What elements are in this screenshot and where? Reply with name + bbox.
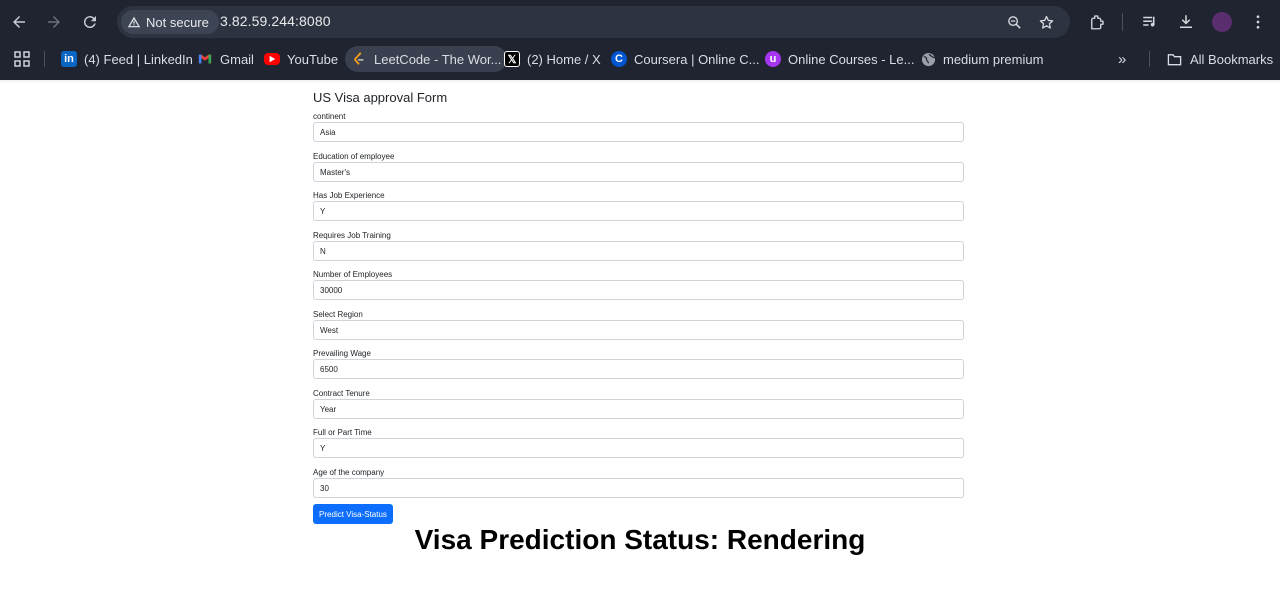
full-part-time-field[interactable]: Y xyxy=(313,438,964,458)
region-label: Select Region xyxy=(313,310,363,319)
reload-button[interactable] xyxy=(76,8,104,36)
more-bookmarks-button[interactable]: » xyxy=(1112,46,1132,72)
bookmark-label: LeetCode - The Wor... xyxy=(374,51,502,67)
bookmark-label: (4) Feed | LinkedIn xyxy=(84,51,193,67)
employees-field[interactable]: 30000 xyxy=(313,280,964,300)
reload-icon xyxy=(83,16,96,29)
continent-label: continent xyxy=(313,112,346,121)
address-bar[interactable]: Not secure 3.82.59.244:8080 xyxy=(117,6,1070,38)
apps-button[interactable] xyxy=(8,46,36,72)
bookmark-label: YouTube xyxy=(287,51,339,67)
warning-icon xyxy=(127,16,141,28)
apps-grid-icon xyxy=(14,51,30,67)
download-icon[interactable] xyxy=(1175,11,1197,33)
globe-icon xyxy=(920,51,936,67)
bookmark-udemy[interactable]: u Online Courses - Le... xyxy=(759,46,920,72)
zoom-icon[interactable] xyxy=(1004,12,1024,32)
company-age-field[interactable]: 30 xyxy=(313,478,964,498)
bookmark-linkedin[interactable]: in (4) Feed | LinkedIn xyxy=(55,46,199,72)
coursera-icon: C xyxy=(611,51,627,67)
toolbar-divider xyxy=(1122,13,1123,31)
profile-avatar[interactable] xyxy=(1212,12,1232,32)
gmail-icon xyxy=(197,51,213,67)
double-chevron-icon: » xyxy=(1118,50,1127,68)
bookmarks-bar: in (4) Feed | LinkedIn Gmail YouTube Lee… xyxy=(0,44,1280,74)
wage-field[interactable]: 6500 xyxy=(313,359,964,379)
leetcode-icon xyxy=(351,51,367,67)
all-bookmarks-label: All Bookmarks xyxy=(1190,51,1274,67)
form-title: US Visa approval Form xyxy=(313,90,448,105)
url-text[interactable]: 3.82.59.244:8080 xyxy=(220,13,331,29)
education-label: Education of employee xyxy=(313,152,395,161)
browser-chrome: Not secure 3.82.59.244:8080 in (4) Feed … xyxy=(0,0,1280,80)
arrow-left-icon xyxy=(13,16,25,28)
page-top-strip xyxy=(0,80,1280,82)
all-bookmarks-button[interactable]: All Bookmarks xyxy=(1160,46,1279,72)
bookmarks-divider xyxy=(44,51,45,67)
bookmark-label: Gmail xyxy=(220,51,254,67)
extensions-icon[interactable] xyxy=(1086,11,1108,33)
arrow-right-icon xyxy=(48,16,60,28)
job-training-field[interactable]: N xyxy=(313,241,964,261)
bookmark-gmail[interactable]: Gmail xyxy=(191,46,260,72)
media-queue-icon[interactable] xyxy=(1139,11,1161,33)
job-experience-field[interactable]: Y xyxy=(313,201,964,221)
predict-button[interactable]: Predict Visa-Status xyxy=(313,504,393,524)
company-age-label: Age of the company xyxy=(313,468,385,477)
contract-tenure-field[interactable]: Year xyxy=(313,399,964,419)
bookmark-medium[interactable]: medium premium xyxy=(914,46,1049,72)
youtube-icon xyxy=(264,53,280,65)
security-label: Not secure xyxy=(146,14,209,30)
linkedin-icon: in xyxy=(61,51,77,67)
x-icon: 𝕏 xyxy=(504,51,520,67)
job-training-label: Requires Job Training xyxy=(313,231,391,240)
bookmark-label: Online Courses - Le... xyxy=(788,51,915,67)
bookmark-label: medium premium xyxy=(943,51,1044,67)
job-experience-label: Has Job Experience xyxy=(313,191,385,200)
wage-label: Prevailing Wage xyxy=(313,349,371,358)
bookmark-leetcode[interactable]: LeetCode - The Wor... xyxy=(345,46,508,72)
bookmarks-divider xyxy=(1149,51,1150,67)
forward-button[interactable] xyxy=(40,8,68,36)
bookmark-x[interactable]: 𝕏 (2) Home / X xyxy=(498,46,607,72)
full-part-time-label: Full or Part Time xyxy=(313,428,372,437)
contract-tenure-label: Contract Tenure xyxy=(313,389,370,398)
prediction-status: Visa Prediction Status: Rendering xyxy=(414,524,866,555)
more-menu-icon[interactable] xyxy=(1247,11,1269,33)
back-button[interactable] xyxy=(5,8,33,36)
bookmark-label: Coursera | Online C... xyxy=(634,51,760,67)
udemy-icon: u xyxy=(765,51,781,67)
security-chip[interactable]: Not secure xyxy=(121,10,219,34)
continent-field[interactable]: Asia xyxy=(313,122,964,142)
browser-toolbar: Not secure 3.82.59.244:8080 xyxy=(0,0,1280,44)
region-field[interactable]: West xyxy=(313,320,964,340)
folder-icon xyxy=(1167,53,1182,65)
bookmark-label: (2) Home / X xyxy=(527,51,601,67)
employees-label: Number of Employees xyxy=(313,270,393,279)
bookmark-coursera[interactable]: C Coursera | Online C... xyxy=(605,46,765,72)
bookmark-youtube[interactable]: YouTube xyxy=(258,46,344,72)
star-icon[interactable] xyxy=(1036,12,1056,32)
education-field[interactable]: Master's xyxy=(313,162,964,182)
